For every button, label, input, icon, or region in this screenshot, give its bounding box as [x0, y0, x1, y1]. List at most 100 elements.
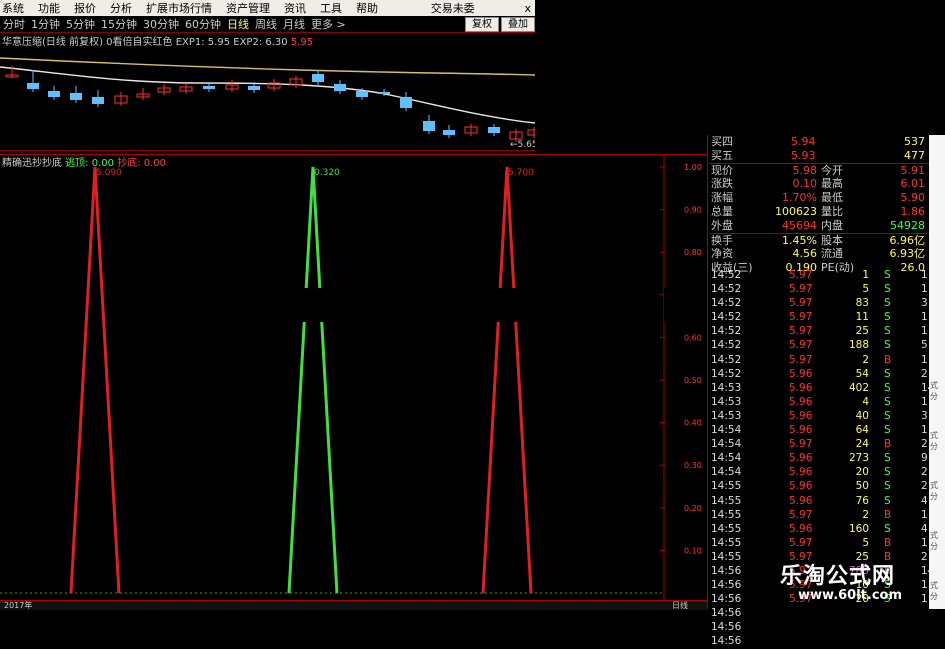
- tick-side: S: [884, 269, 891, 281]
- y-label: 0.80: [684, 248, 702, 257]
- tick-row: 14:53 5.96 4 S 1: [709, 395, 929, 409]
- toolbar-button[interactable]: 复权: [465, 16, 499, 32]
- stat-value: 100623: [775, 204, 817, 218]
- menu-item[interactable]: 系统: [0, 0, 31, 16]
- tick-time: 14:53: [711, 409, 742, 422]
- period-tab[interactable]: 30分钟: [140, 16, 182, 32]
- y-label: 0.90: [684, 206, 702, 215]
- menu-item[interactable]: 分析: [103, 0, 139, 16]
- toolbar-button[interactable]: 叠加: [501, 16, 535, 32]
- period-tab[interactable]: 分时: [0, 16, 28, 32]
- tick-side: S: [884, 325, 891, 338]
- bid-price: 5.93: [791, 148, 816, 162]
- tick-time: 14:54: [711, 438, 742, 451]
- bid-volume: 537: [904, 135, 925, 148]
- period-tab[interactable]: 日线: [224, 16, 252, 32]
- period-tab[interactable]: 5分钟: [63, 16, 98, 32]
- peak-label: 0.320: [314, 168, 340, 178]
- y-label: 0.40: [684, 419, 702, 428]
- period-tab[interactable]: 周线: [252, 16, 280, 32]
- period-label: 日线: [672, 601, 688, 610]
- y-label: 0.30: [684, 461, 702, 470]
- tick-price: 5.96: [789, 480, 813, 493]
- tick-volume: 76: [855, 494, 869, 507]
- tick-count: 1: [921, 508, 928, 521]
- menu-item[interactable]: 交易未委: [424, 0, 482, 16]
- stat-label: 股本: [821, 233, 843, 247]
- period-tab[interactable]: 1分钟: [28, 16, 63, 32]
- period-tab[interactable]: 月线: [280, 16, 308, 32]
- candle: [443, 130, 455, 135]
- tick-price: 5.96: [789, 367, 813, 380]
- period-tab[interactable]: 更多 >: [308, 16, 349, 32]
- period-tab[interactable]: 15分钟: [98, 16, 140, 32]
- candle: [70, 93, 82, 100]
- right-panel-label: 式分: [930, 381, 938, 401]
- tick-time: 14:52: [711, 325, 742, 338]
- menu-item[interactable]: 报价: [67, 0, 103, 16]
- tick-volume: 2: [862, 353, 869, 366]
- quote-stat-row: 总量 100623 量比 1.86: [709, 205, 929, 219]
- close-icon[interactable]: x: [520, 2, 535, 15]
- tick-side: B: [884, 438, 892, 451]
- tick-time: 14:54: [711, 466, 742, 479]
- menu-item[interactable]: 帮助: [349, 0, 385, 16]
- candle: [423, 121, 435, 131]
- tick-price: 5.96: [789, 452, 813, 465]
- tick-volume: 188: [848, 339, 869, 352]
- kline-chart[interactable]: ←5.65: [0, 45, 535, 150]
- tick-side: S: [884, 381, 891, 394]
- candle: [488, 127, 500, 133]
- tick-price: 5.97: [789, 311, 813, 324]
- tick-count: 1: [921, 325, 928, 338]
- tick-row: 14:54 5.97 24 B 2: [709, 437, 929, 451]
- tick-time: 14:56: [711, 579, 742, 592]
- tick-time: 14:53: [711, 395, 742, 408]
- menu-item[interactable]: 扩展市场行情: [139, 0, 219, 16]
- stat-value: 0.10: [792, 177, 818, 191]
- tick-side: B: [884, 353, 892, 366]
- candle: [356, 91, 368, 97]
- stat-value: 1.45%: [782, 233, 817, 247]
- right-panel-label: 式分: [930, 531, 938, 551]
- tick-row: 14:55 5.97 5 B 1: [709, 536, 929, 550]
- stat-value: 45694: [782, 218, 817, 232]
- stat-value: 54928: [890, 218, 925, 232]
- tick-side: S: [884, 480, 891, 493]
- tick-price: 5.96: [789, 395, 813, 408]
- tick-count: 3: [921, 409, 928, 422]
- indicator-chart[interactable]: 1.000.900.800.700.600.500.400.300.200.10…: [0, 155, 707, 600]
- peak-label: 5.700: [508, 168, 534, 178]
- menu-item[interactable]: 工具: [313, 0, 349, 16]
- stat-value: 1.86: [900, 204, 926, 218]
- bid-label: 买四: [711, 135, 733, 148]
- right-panel-label: 式分: [930, 431, 938, 451]
- candle: [334, 84, 346, 91]
- tick-time: 14:54: [711, 424, 742, 437]
- gap: [664, 288, 707, 322]
- menu-bar: 系统 功能 报价 分析 扩展市场行情 资产管理 资讯 工具 帮助 交易未委 x: [0, 0, 535, 16]
- period-toolbar: 分时 1分钟 5分钟 15分钟 30分钟 60分钟 日线 周线 月线 更多 > 复权 叠加: [0, 16, 535, 33]
- tick-volume: 54: [855, 367, 869, 380]
- stat-label: 量比: [821, 204, 843, 218]
- signal-peak: [481, 166, 533, 594]
- tick-price: 5.96: [789, 494, 813, 507]
- tick-count: 4: [921, 522, 928, 535]
- tick-time: 14:56: [711, 635, 742, 648]
- tick-time: 14:52: [711, 297, 742, 310]
- menu-item[interactable]: 功能: [31, 0, 67, 16]
- peak-label: 5.090: [96, 168, 122, 178]
- menu-item[interactable]: 资讯: [277, 0, 313, 16]
- period-tab[interactable]: 60分钟: [182, 16, 224, 32]
- tick-volume: 273: [848, 452, 869, 465]
- stat-value: 1.70%: [782, 191, 817, 205]
- signal-peak: [287, 166, 339, 594]
- tick-side: B: [884, 536, 892, 549]
- tick-row: 14:55 5.96 50 S 2: [709, 479, 929, 493]
- tick-time: 14:56: [711, 607, 742, 620]
- menu-item[interactable]: 资产管理: [219, 0, 277, 16]
- tick-side: B: [884, 508, 892, 521]
- stat-label: 总量: [711, 204, 733, 218]
- stat-value: 6.93亿: [889, 247, 926, 261]
- stat-label: 涨幅: [711, 191, 733, 205]
